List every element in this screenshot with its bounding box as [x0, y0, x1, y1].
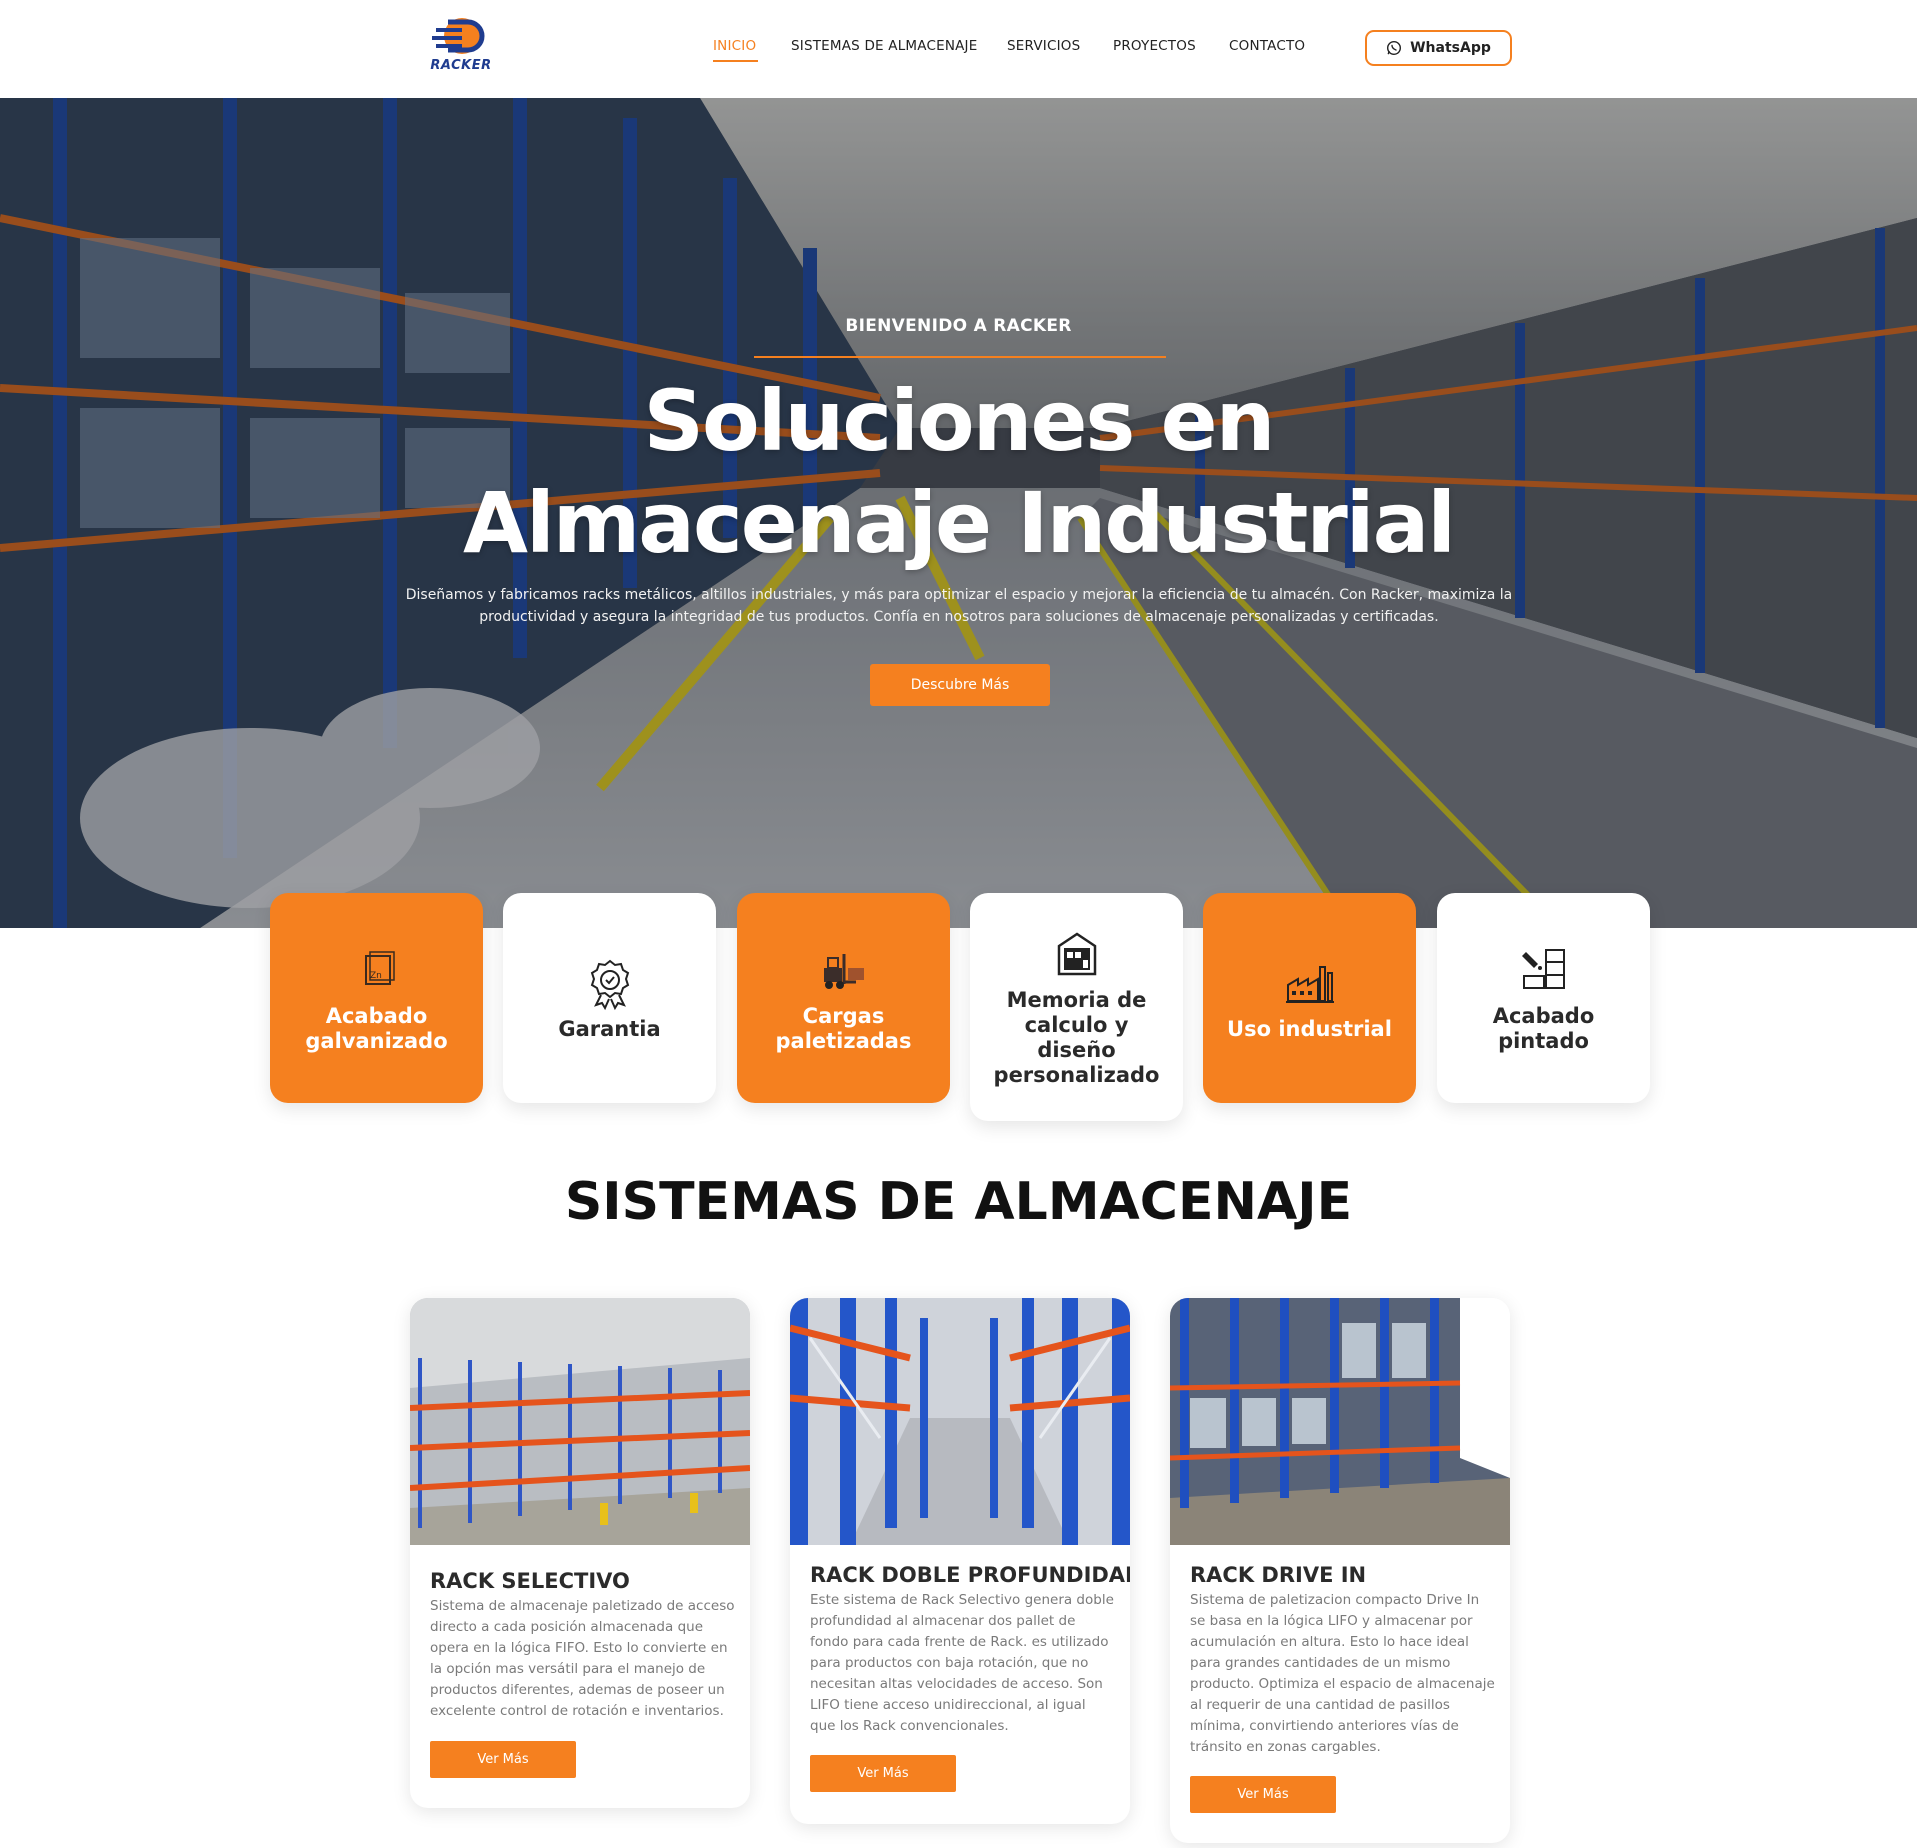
feature-label: Acabado galvanizado	[305, 1004, 448, 1053]
factory-icon	[1285, 965, 1334, 1003]
card-description: Sistema de almacenaje paletizado de acce…	[430, 1598, 735, 1719]
nav-item-sistemas[interactable]: SISTEMAS DE ALMACENAJE	[791, 38, 977, 54]
section-title: SISTEMAS DE ALMACENAJE	[564, 1172, 1353, 1232]
card-title: RACK DOBLE PROFUNDIDAD	[810, 1563, 1130, 1587]
feature-label: Uso industrial	[1227, 1016, 1392, 1041]
card-title: RACK SELECTIVO	[430, 1569, 630, 1593]
hero-description: Diseñamos y fabricamos racks metálicos, …	[405, 587, 1513, 625]
card-title: RACK DRIVE IN	[1190, 1563, 1367, 1587]
card-description: Este sistema de Rack Selectivo genera do…	[810, 1592, 1114, 1734]
feature-card-garantia: Garantia	[503, 893, 716, 1103]
feature-card-industrial: Uso industrial	[1203, 893, 1416, 1103]
logo-mark-icon	[432, 18, 485, 54]
forklift-icon	[823, 954, 864, 989]
feature-label: Memoria de calculo y diseño personalizad…	[993, 988, 1160, 1087]
hero-section: BIENVENIDO A RACKER Soluciones en Almace…	[0, 98, 1917, 928]
nav-item-contacto[interactable]: CONTACTO	[1229, 38, 1305, 54]
product-card-rack-drive-in: RACK DRIVE IN Sistema de paletizacion co…	[1170, 1298, 1510, 1843]
whatsapp-label: WhatsApp	[1410, 40, 1491, 56]
feature-label: Cargas paletizadas	[775, 1004, 912, 1053]
zinc-sheet-icon: Zn	[364, 951, 395, 985]
ver-mas-button[interactable]: Ver Más	[810, 1755, 956, 1792]
feature-card-pintado: Acabado pintado	[1437, 893, 1650, 1103]
nav-item-inicio[interactable]: INICIO	[713, 38, 756, 54]
hero-divider	[754, 356, 1166, 358]
hero-title: Soluciones en Almacenaje Industrial	[0, 370, 1917, 574]
hero-title-line2: Almacenaje Industrial	[462, 474, 1456, 572]
paint-rack-icon	[1521, 949, 1565, 989]
feature-label: Acabado pintado	[1492, 1004, 1595, 1053]
whatsapp-icon	[1387, 40, 1402, 56]
rack-drive-in-image[interactable]	[1170, 1298, 1510, 1545]
nav-active-underline	[713, 60, 758, 62]
racker-logo[interactable]: RACKER	[428, 16, 494, 74]
site-header: RACKER INICIO SISTEMAS DE ALMACENAJE SER…	[0, 0, 1917, 98]
hero-title-line1: Soluciones en	[643, 372, 1276, 470]
feature-label: Garantia	[558, 1016, 661, 1041]
hero-kicker: BIENVENIDO A RACKER	[845, 316, 1072, 336]
rack-doble-profundidad-image[interactable]	[790, 1298, 1130, 1545]
svg-text:Zn: Zn	[370, 971, 382, 981]
product-card-rack-selectivo: RACK SELECTIVO Sistema de almacenaje pal…	[410, 1298, 750, 1808]
feature-card-memoria: Memoria de calculo y diseño personalizad…	[970, 893, 1183, 1121]
product-card-rack-doble-profundidad: RACK DOBLE PROFUNDIDAD Este sistema de R…	[790, 1298, 1130, 1824]
ver-mas-button[interactable]: Ver Más	[430, 1741, 576, 1778]
nav-item-servicios[interactable]: SERVICIOS	[1007, 38, 1080, 54]
logo-wordmark: RACKER	[430, 58, 492, 73]
feature-card-galvanizado: Zn Acabado galvanizado	[270, 893, 483, 1103]
rack-selectivo-image[interactable]	[410, 1298, 750, 1545]
warehouse-building-icon	[1057, 932, 1096, 976]
descubre-mas-button[interactable]: Descubre Más	[870, 664, 1050, 706]
card-description: Sistema de paletizacion compacto Drive I…	[1190, 1592, 1495, 1755]
award-badge-icon	[590, 959, 629, 1010]
nav-item-proyectos[interactable]: PROYECTOS	[1113, 38, 1196, 54]
ver-mas-button[interactable]: Ver Más	[1190, 1776, 1336, 1813]
whatsapp-button[interactable]: WhatsApp	[1365, 30, 1512, 66]
feature-card-cargas: Cargas paletizadas	[737, 893, 950, 1103]
